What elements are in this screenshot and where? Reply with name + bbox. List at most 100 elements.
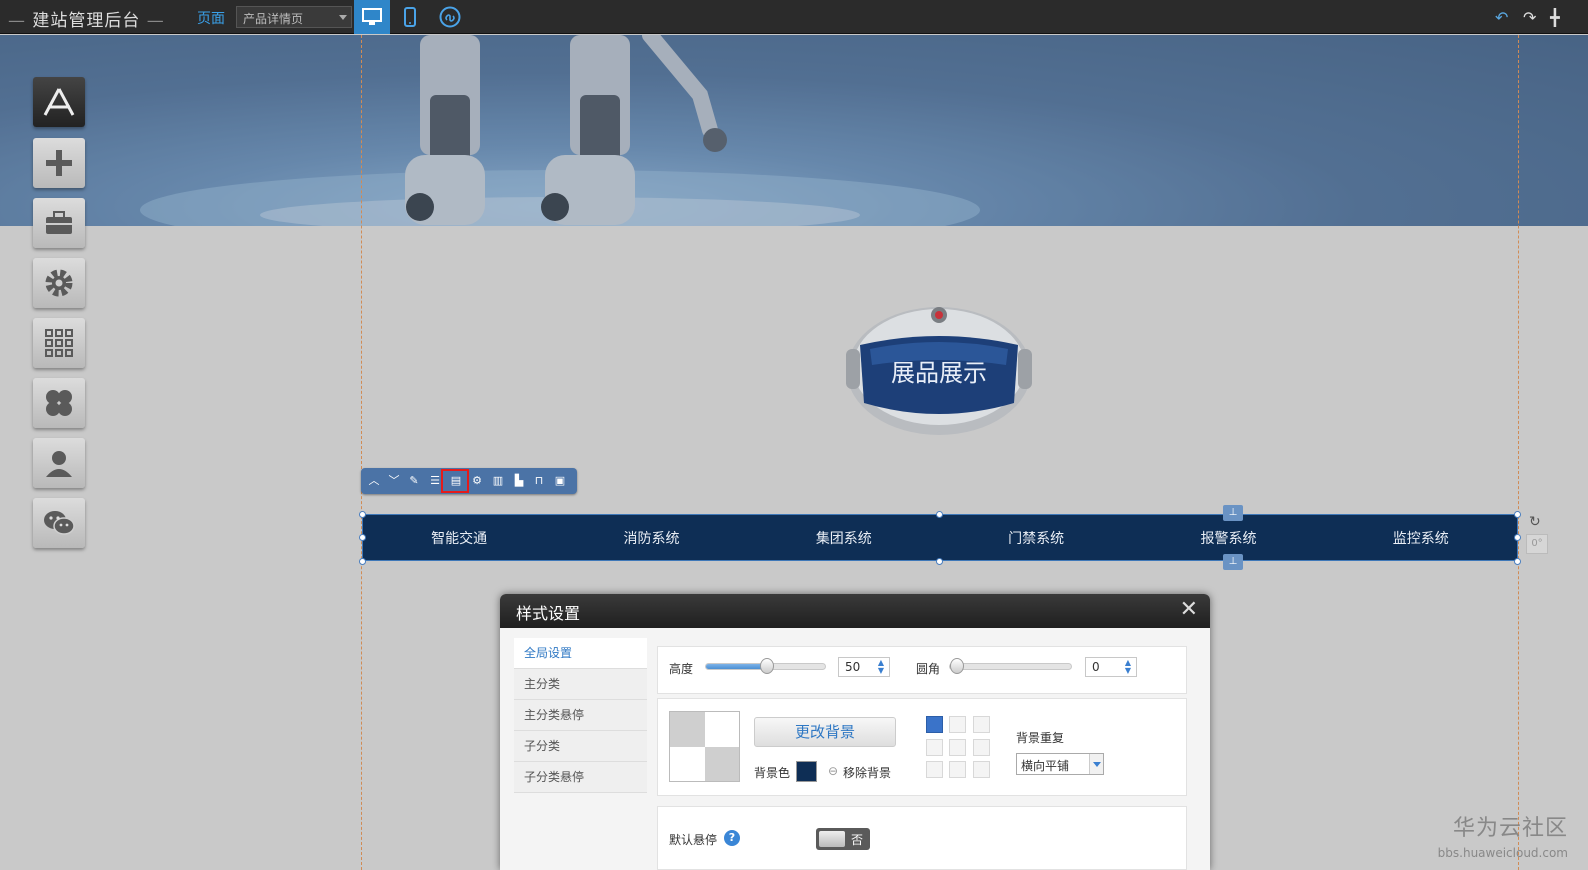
bg-color-swatch[interactable] <box>796 761 817 782</box>
resize-handle[interactable] <box>936 511 943 518</box>
help-icon[interactable]: ? <box>724 830 740 846</box>
background-panel: 更改背景 背景色 ⊖ 移除背景 背景重复 横向平铺 <box>657 698 1187 796</box>
tab-global[interactable]: 全局设置 <box>514 638 647 669</box>
rotate-readout: 0° <box>1526 534 1548 554</box>
tools-icon[interactable]: ╋ <box>1550 8 1560 27</box>
app-title: — 建站管理后台 — <box>8 11 165 31</box>
trash-icon[interactable]: ▣ <box>552 473 568 489</box>
wechat-icon <box>44 511 75 535</box>
watermark-name: 华为云社区 <box>1452 816 1568 841</box>
spinner-arrows-icon[interactable]: ▲ ▼ <box>1122 659 1134 675</box>
radius-slider[interactable] <box>949 658 1072 674</box>
size-panel: 高度 50 ▲ ▼ 圆角 0 ▲ ▼ <box>657 646 1187 694</box>
resize-handle[interactable] <box>359 534 366 541</box>
position-bottom-center[interactable] <box>949 761 966 778</box>
module-toolbar: ︿ ﹀ ✎ ☰ ▤ ⚙ ▥ ▙ ⊓ ▣ <box>361 468 577 494</box>
mini-program-button[interactable] <box>432 0 468 34</box>
radius-label: 圆角 <box>916 662 941 676</box>
tab-sub-category-hover[interactable]: 子分类悬停 <box>514 762 647 793</box>
position-bottom-left[interactable] <box>926 761 943 778</box>
height-input[interactable]: 50 ▲ ▼ <box>838 657 890 677</box>
height-label: 高度 <box>669 662 694 676</box>
nav-item-1[interactable]: 智能交通 <box>363 528 555 548</box>
exhibit-robot-badge: 展品展示 <box>846 305 1032 437</box>
nav-item-6[interactable]: 监控系统 <box>1325 528 1517 548</box>
resize-handle[interactable] <box>1514 558 1521 565</box>
rotate-icon[interactable]: ↻ <box>1529 514 1541 530</box>
resize-handle[interactable] <box>359 511 366 518</box>
tab-sub-category[interactable]: 子分类 <box>514 731 647 762</box>
remove-background-link[interactable]: 移除背景 <box>843 764 891 781</box>
radius-value: 0 <box>1092 660 1100 674</box>
dialog-title: 样式设置 <box>516 604 581 623</box>
chevron-down-icon <box>1089 754 1103 774</box>
resize-handle[interactable] <box>359 558 366 565</box>
height-slider[interactable] <box>705 658 826 674</box>
sidebar-add-button[interactable] <box>33 138 85 188</box>
undo-icon[interactable]: ↶ <box>1495 8 1508 27</box>
position-center[interactable] <box>949 739 966 756</box>
height-slider-thumb[interactable] <box>759 658 774 674</box>
position-top-center[interactable] <box>949 716 966 733</box>
tab-main-category[interactable]: 主分类 <box>514 669 647 700</box>
exhibit-title: 展品展示 <box>891 359 987 387</box>
anchor-bottom-icon[interactable]: ⊥ <box>1223 554 1243 570</box>
toggle-value: 否 <box>850 833 863 847</box>
resize-handle[interactable] <box>936 558 943 565</box>
columns-icon[interactable]: ▥ <box>490 473 506 489</box>
highlight-box <box>441 469 469 493</box>
radius-input[interactable]: 0 ▲ ▼ <box>1085 657 1137 677</box>
right-guide-line <box>1518 35 1519 870</box>
bg-repeat-select[interactable]: 横向平铺 <box>1016 753 1104 775</box>
edit-icon[interactable]: ✎ <box>406 473 422 489</box>
category-nav: 智能交通 消防系统 集团系统 门禁系统 报警系统 监控系统 <box>362 514 1518 561</box>
radius-slider-thumb[interactable] <box>950 658 964 674</box>
tab-main-category-hover[interactable]: 主分类悬停 <box>514 700 647 731</box>
close-icon[interactable]: ✕ <box>1180 598 1198 622</box>
position-bottom-right[interactable] <box>973 761 990 778</box>
resize-handle[interactable] <box>1514 534 1521 541</box>
spinner-arrows-icon[interactable]: ▲ ▼ <box>875 659 887 675</box>
mobile-icon <box>404 7 416 27</box>
default-hover-toggle[interactable]: 否 <box>816 828 870 850</box>
redo-icon[interactable]: ↷ <box>1523 8 1536 27</box>
gear-icon[interactable]: ⚙ <box>469 473 485 489</box>
mobile-view-button[interactable] <box>392 0 428 34</box>
desktop-view-button[interactable] <box>354 0 390 34</box>
height-value: 50 <box>845 660 861 674</box>
chart-icon[interactable]: ▙ <box>511 473 527 489</box>
settings-icon <box>45 269 73 297</box>
hero-overlay <box>0 35 1588 226</box>
sidebar-user-button[interactable] <box>33 438 85 488</box>
nav-item-3[interactable]: 集团系统 <box>748 528 940 548</box>
position-top-left[interactable] <box>926 716 943 733</box>
remove-icon: ⊖ <box>828 764 839 778</box>
sidebar-modules-button[interactable] <box>33 378 85 428</box>
change-background-button[interactable]: 更改背景 <box>754 717 896 747</box>
top-bar: — 建站管理后台 — 页面 产品详情页 ↶ ↷ ╋ <box>0 0 1588 34</box>
anchor-top-icon[interactable]: ⊥ <box>1223 505 1243 521</box>
position-middle-right[interactable] <box>973 739 990 756</box>
sidebar-toolbox-button[interactable] <box>33 198 85 248</box>
nav-item-5[interactable]: 报警系统 <box>1132 528 1324 548</box>
nav-item-2[interactable]: 消防系统 <box>555 528 747 548</box>
sidebar-wechat-button[interactable] <box>33 498 85 548</box>
position-top-right[interactable] <box>973 716 990 733</box>
hero-banner <box>0 35 1588 226</box>
nav-item-4[interactable]: 门禁系统 <box>940 528 1132 548</box>
hover-panel: 默认悬停 ? 否 <box>657 806 1187 870</box>
toggle-knob <box>819 831 845 847</box>
unlock-icon[interactable]: ⊓ <box>531 473 547 489</box>
resize-handle[interactable] <box>1514 511 1521 518</box>
mini-program-icon <box>439 6 461 28</box>
app-title-text: 建站管理后台 <box>32 11 141 31</box>
bg-repeat-label: 背景重复 <box>1016 731 1065 745</box>
page-select[interactable]: 产品详情页 <box>236 6 352 28</box>
grid-icon <box>45 329 73 357</box>
sidebar-design-button[interactable] <box>33 77 85 127</box>
sidebar-settings-button[interactable] <box>33 258 85 308</box>
sidebar-grid-button[interactable] <box>33 318 85 368</box>
position-middle-left[interactable] <box>926 739 943 756</box>
move-down-icon[interactable]: ﹀ <box>386 473 402 489</box>
move-up-icon[interactable]: ︿ <box>366 473 382 489</box>
